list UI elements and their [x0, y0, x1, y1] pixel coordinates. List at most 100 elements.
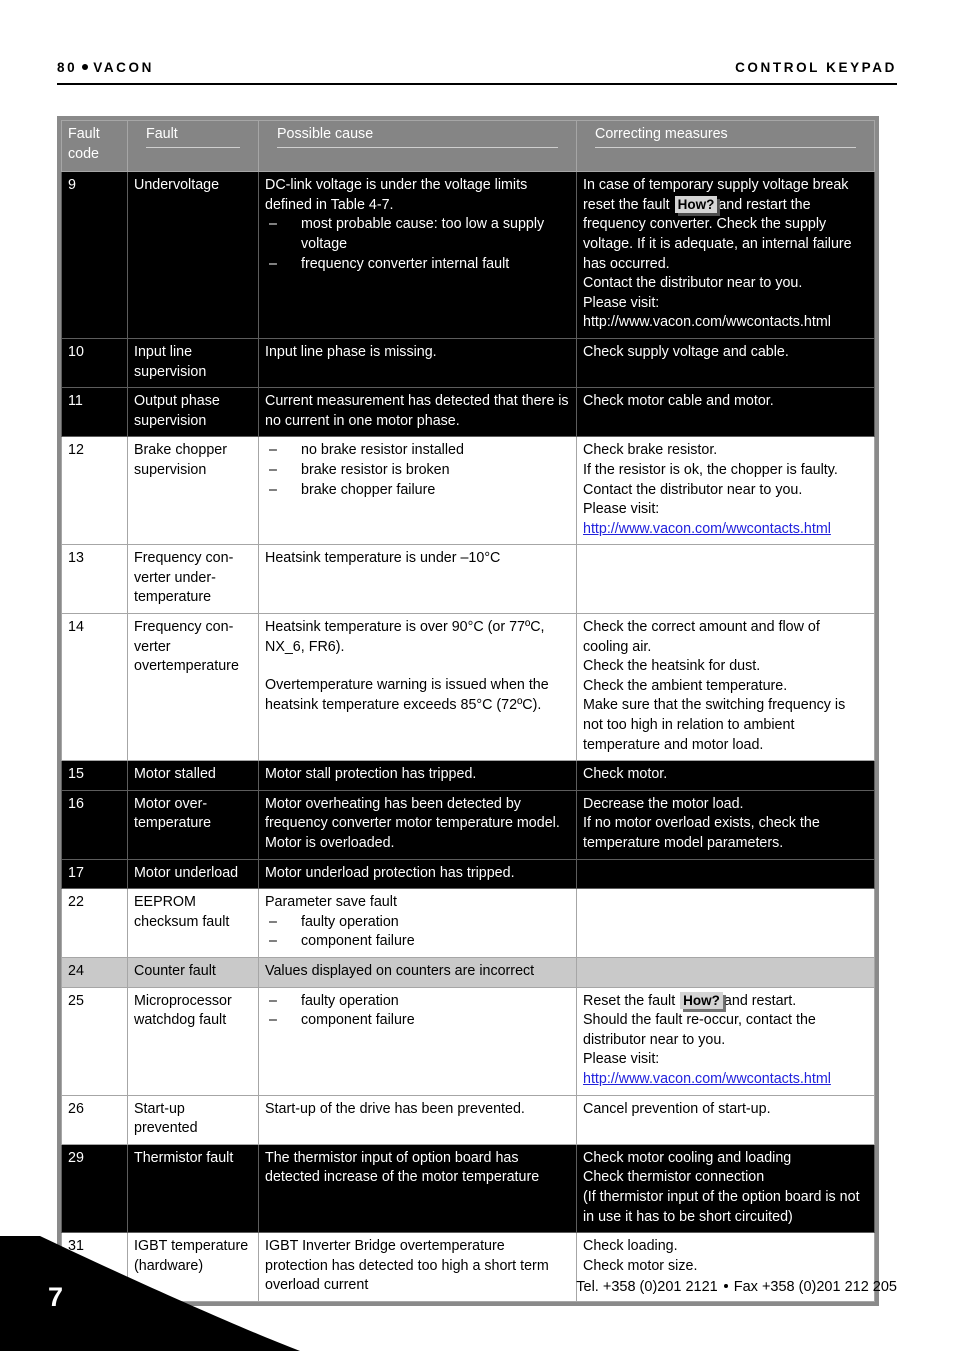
list-item: faulty operation: [265, 913, 570, 933]
column-header-fault-code: Fault code: [61, 119, 128, 173]
cell-possible-cause: Heatsink temperature is under –10°C: [258, 544, 577, 615]
measure-paragraph: In case of temporary supply voltage brea…: [583, 177, 852, 272]
table-row: 11 Output phase supervision Current measur…: [61, 387, 875, 438]
footer-tel: Tel. +358 (0)201 2121: [576, 1279, 718, 1295]
cell-fault-name: Thermistor fault: [127, 1143, 259, 1234]
cell-correcting-measures: [576, 888, 875, 958]
cell-correcting-measures: In case of temporary supply voltage brea…: [576, 171, 875, 339]
link-row: http://www.vacon.com/wwcontacts.html: [583, 313, 868, 333]
contacts-link[interactable]: http://www.vacon.com/wwcontacts.html: [583, 1071, 831, 1087]
table-row: 22 EEPROM checksum fault Parameter save fa…: [61, 888, 875, 958]
fault-table-body: 9 Undervoltage DC-link voltage is under th…: [61, 171, 875, 1302]
table-row: 9 Undervoltage DC-link voltage is under th…: [61, 171, 875, 339]
measure-visit-label: Please visit:: [583, 1051, 660, 1068]
table-row: 16 Motor over-temperature Motor overheatin…: [61, 789, 875, 860]
how-badge[interactable]: How?: [680, 991, 723, 1009]
cell-possible-cause: Motor overheating has been detected by f…: [258, 789, 577, 860]
table-row: 12Brake chopper supervisionno brake resi…: [61, 436, 875, 546]
measure-paragraph: Decrease the motor load.: [583, 795, 744, 812]
cell-fault-name: IGBT temperature (hardware): [127, 1232, 259, 1302]
cell-fault-name: Motor underload: [127, 858, 259, 890]
table-row: 14 Frequency con-verter overtemperature He…: [61, 613, 875, 762]
cell-correcting-measures: Decrease the motor load. If no motor over…: [576, 789, 875, 860]
table-row: 29 Thermistor fault The thermistor input o…: [61, 1143, 875, 1234]
cell-possible-cause: IGBT Inverter Bridge overtemperature pro…: [258, 1232, 577, 1302]
table-row: 24 Counter fault Values displayed on count…: [61, 956, 875, 988]
measure-paragraph: Reset the fault How? and restart.: [583, 991, 797, 1009]
cell-fault-name: EEPROM checksum fault: [127, 888, 259, 958]
column-header-fault: Fault: [127, 119, 259, 173]
cell-fault-name: Output phase supervision: [127, 387, 259, 438]
cell-fault-code: 13: [61, 544, 128, 615]
cell-possible-cause: The thermistor input of option board has…: [258, 1143, 577, 1234]
cell-possible-cause: Motor underload protection has tripped.: [258, 858, 577, 890]
section-title: CONTROL KEYPAD: [735, 60, 897, 75]
running-head: 80 VACON CONTROL KEYPAD: [57, 60, 897, 85]
page-number: 7: [48, 1282, 64, 1312]
footer-contact: Tel. +358 (0)201 2121 Fax +358 (0)201 212…: [576, 1279, 897, 1295]
cell-correcting-measures: Check motor cooling and loading Check the…: [576, 1143, 875, 1234]
cell-correcting-measures: Check supply voltage and cable.: [576, 337, 875, 389]
cell-possible-cause: DC-link voltage is under the voltage lim…: [258, 171, 577, 339]
cause-text: IGBT Inverter Bridge overtemperature pro…: [265, 1238, 549, 1294]
cell-fault-code: 10: [61, 337, 128, 389]
table-row: 26 Start-up prevented Start-up of the driv…: [61, 1094, 875, 1145]
measure-paragraph: Check brake resistor.: [583, 442, 718, 459]
cell-fault-name: Start-up prevented: [127, 1094, 259, 1145]
cause-text: Input line phase is missing.: [265, 343, 437, 360]
measure-paragraph: Should the fault re-occur, contact the d…: [583, 1012, 816, 1048]
cell-correcting-measures: Check the correct amount and flow of coo…: [576, 613, 875, 762]
how-badge[interactable]: How?: [674, 195, 718, 213]
cell-possible-cause: Parameter save fault faulty operationcomp…: [258, 888, 577, 958]
contacts-link[interactable]: http://www.vacon.com/wwcontacts.html: [583, 521, 831, 537]
cell-correcting-measures: Check motor cable and motor.: [576, 387, 875, 438]
measure-paragraph: Check motor cable and motor.: [583, 393, 774, 410]
measure-paragraph: Check thermistor connection: [583, 1169, 765, 1186]
measure-paragraph: Check the ambient temperature.: [583, 677, 788, 694]
measure-paragraph: If the resistor is ok, the chopper is fa…: [583, 461, 838, 498]
cause-list: faulty operationcomponent failure: [265, 913, 570, 952]
cause-text: Heatsink temperature is over 90°C (or 77…: [265, 619, 545, 655]
cause-text: Motor underload protection has tripped.: [265, 864, 515, 881]
cell-fault-code: 16: [61, 789, 128, 860]
cell-fault-code: 14: [61, 613, 128, 762]
column-header-correcting-measures: Correcting measures: [576, 119, 875, 173]
cell-fault-name: Input line supervision: [127, 337, 259, 389]
measure-paragraph: Check loading.: [583, 1238, 678, 1255]
measure-paragraph: Contact the distributor near to you.: [583, 275, 803, 292]
cell-possible-cause: faulty operationcomponent failure: [258, 986, 577, 1096]
cell-correcting-measures: Check motor.: [576, 760, 875, 791]
list-item: frequency converter internal fault: [265, 255, 570, 275]
cell-correcting-measures: [576, 858, 875, 890]
running-head-left: 80 VACON: [57, 60, 154, 75]
contacts-link[interactable]: http://www.vacon.com/wwcontacts.html: [583, 314, 831, 330]
cell-fault-code: 22: [61, 888, 128, 958]
table-header-row: Fault code Fault Possible cause Correctin…: [61, 119, 875, 173]
list-item: brake chopper failure: [265, 481, 570, 501]
table-row: 25Microprocessor watchdog faultfaulty op…: [61, 986, 875, 1096]
page-label: 80: [57, 60, 78, 75]
cell-possible-cause: Current measurement has detected that th…: [258, 387, 577, 438]
list-item: no brake resistor installed: [265, 441, 570, 461]
list-item: most probable cause: too low a supply vo…: [265, 215, 570, 254]
cell-fault-name: Brake chopper supervision: [127, 436, 259, 546]
table-row: 10 Input line supervision Input line phase…: [61, 337, 875, 389]
bullet-icon: [723, 1284, 728, 1289]
cell-possible-cause: Values displayed on counters are incorre…: [258, 956, 577, 988]
cell-correcting-measures: Reset the fault How? and restart. Should t…: [576, 986, 875, 1096]
list-item: component failure: [265, 1011, 570, 1031]
measure-paragraph: Check motor size.: [583, 1257, 698, 1274]
cell-possible-cause: Input line phase is missing.: [258, 337, 577, 389]
cell-fault-name: Frequency con-verter overtemperature: [127, 613, 259, 762]
cause-text: Values displayed on counters are incorre…: [265, 962, 535, 979]
column-header-possible-cause: Possible cause: [258, 119, 577, 173]
cell-fault-name: Frequency con-verter under-temperature: [127, 544, 259, 615]
cell-fault-code: 25: [61, 986, 128, 1096]
measure-paragraph: If no motor overload exists, check the t…: [583, 815, 820, 851]
cause-text-secondary: Overtemperature warning is issued when t…: [265, 677, 549, 713]
cell-possible-cause: Start-up of the drive has been prevented…: [258, 1094, 577, 1145]
cause-text: Motor overheating has been detected by f…: [265, 795, 560, 851]
cell-correcting-measures: Cancel prevention of start-up.: [576, 1094, 875, 1145]
cause-text: Current measurement has detected that th…: [265, 393, 569, 429]
